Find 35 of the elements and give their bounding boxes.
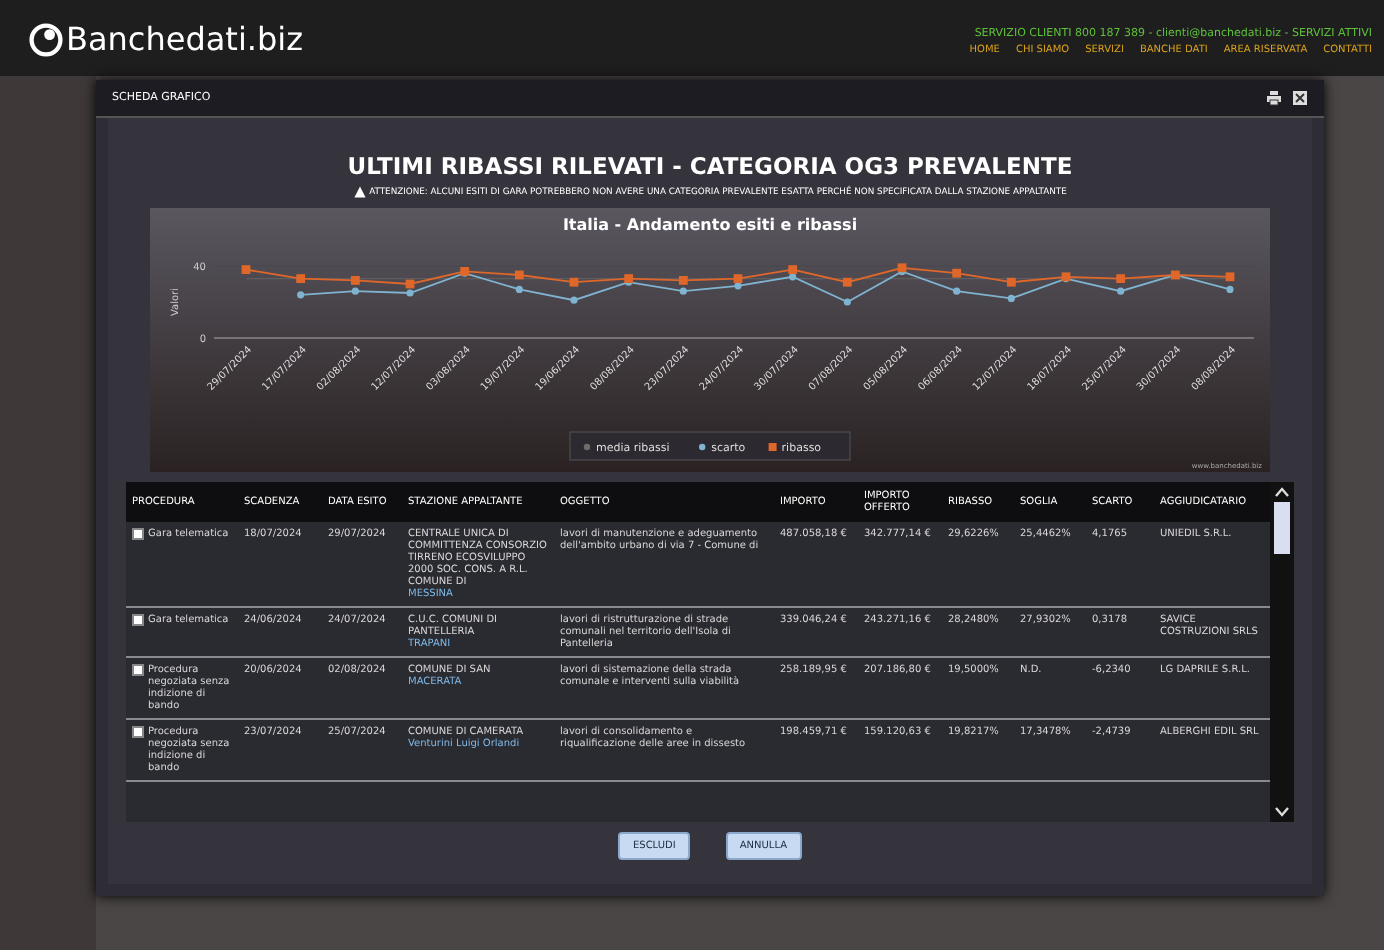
- site-logo[interactable]: Banchedati.biz: [66, 20, 303, 58]
- data-point: [1007, 294, 1015, 302]
- data-point: [952, 268, 962, 278]
- checkbox[interactable]: [132, 664, 144, 676]
- checkbox[interactable]: [132, 726, 144, 738]
- scrollbar[interactable]: [1270, 482, 1294, 822]
- data-point: [1116, 274, 1126, 283]
- close-icon[interactable]: [1292, 90, 1308, 106]
- data-point: [296, 274, 306, 283]
- data-point: [953, 287, 961, 295]
- data-point: [1170, 270, 1180, 280]
- data-point: [569, 277, 579, 287]
- data-point: [1225, 272, 1235, 282]
- data-point: [460, 267, 470, 276]
- data-point: [570, 296, 578, 304]
- chart-title: Italia - Andamento esiti e ribassi: [562, 216, 858, 234]
- data-point: [1117, 287, 1125, 295]
- logo-icon: [28, 21, 64, 57]
- dialog-heading: ULTIMI RIBASSI RILEVATI - CATEGORIA OG3 PREVALENTE: [347, 152, 1073, 180]
- scroll-down-icon[interactable]: [1274, 806, 1290, 818]
- data-point: [1226, 285, 1234, 293]
- data-point: [843, 298, 851, 306]
- scrollbar-thumb[interactable]: [1274, 502, 1290, 554]
- checkbox[interactable]: [132, 614, 144, 626]
- checkbox[interactable]: [132, 528, 144, 540]
- data-point: [514, 270, 524, 280]
- data-point: [1006, 277, 1016, 287]
- data-point: [241, 265, 251, 274]
- scroll-up-icon[interactable]: [1274, 486, 1290, 498]
- warning-icon: [353, 186, 366, 198]
- data-point: [297, 291, 305, 299]
- data-point: [515, 285, 523, 293]
- data-point: [1061, 272, 1071, 282]
- print-icon[interactable]: [1266, 90, 1282, 106]
- data-point: [842, 277, 852, 287]
